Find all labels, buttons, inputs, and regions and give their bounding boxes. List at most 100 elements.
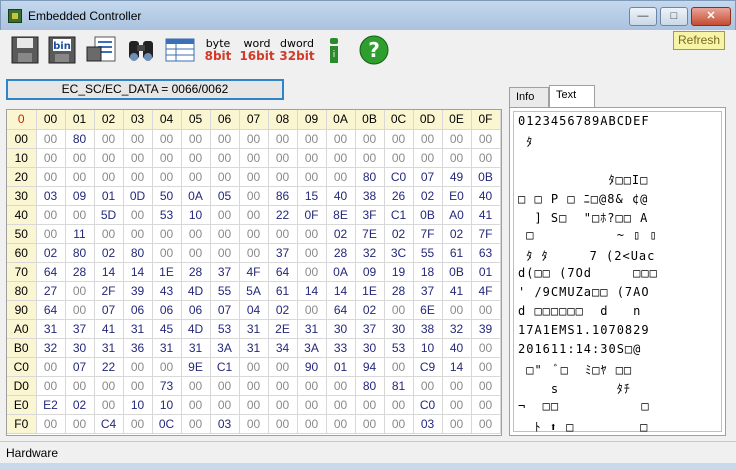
hex-cell[interactable]: 00 — [94, 167, 124, 187]
hex-cell[interactable]: 30 — [65, 338, 95, 358]
hex-cell[interactable]: 00 — [36, 376, 66, 396]
hex-cell[interactable]: 38 — [413, 319, 443, 339]
hex-cell[interactable]: C0 — [384, 167, 414, 187]
hex-cell[interactable]: 3F — [355, 205, 385, 225]
hex-cell[interactable]: C1 — [384, 205, 414, 225]
hex-cell[interactable]: 30 — [355, 338, 385, 358]
hex-cell[interactable]: 07 — [65, 357, 95, 377]
hex-cell[interactable]: 43 — [152, 281, 182, 301]
hex-cell[interactable]: 6E — [413, 300, 443, 320]
hex-cell[interactable]: 06 — [152, 300, 182, 320]
hex-cell[interactable]: 00 — [268, 167, 298, 187]
hex-cell[interactable]: 63 — [471, 243, 501, 263]
hex-cell[interactable]: 37 — [355, 319, 385, 339]
word-mode-button[interactable]: word 16bit — [239, 33, 274, 67]
hex-cell[interactable]: 90 — [297, 357, 327, 377]
hex-cell[interactable]: 3A — [210, 338, 240, 358]
hex-cell[interactable]: C4 — [94, 414, 124, 434]
hex-cell[interactable]: 22 — [94, 357, 124, 377]
save-button[interactable] — [8, 33, 42, 67]
hex-cell[interactable]: 09 — [65, 186, 95, 206]
hex-cell[interactable]: 00 — [297, 243, 327, 263]
hex-cell[interactable]: 00 — [181, 395, 211, 415]
hex-cell[interactable]: 14 — [94, 262, 124, 282]
hex-cell[interactable]: 37 — [413, 281, 443, 301]
hex-cell[interactable]: 5A — [239, 281, 269, 301]
hex-cell[interactable]: 00 — [94, 224, 124, 244]
hex-cell[interactable]: 7E — [355, 224, 385, 244]
hex-cell[interactable]: 00 — [210, 243, 240, 263]
hex-cell[interactable]: 32 — [355, 243, 385, 263]
hex-cell[interactable]: 32 — [36, 338, 66, 358]
byte-mode-button[interactable]: byte 8bit — [201, 33, 235, 67]
hex-cell[interactable]: 00 — [297, 148, 327, 168]
hex-cell[interactable]: 10 — [413, 338, 443, 358]
hex-cell[interactable]: 00 — [36, 129, 66, 149]
hex-cell[interactable]: 55 — [413, 243, 443, 263]
hex-cell[interactable]: 00 — [297, 224, 327, 244]
hex-cell[interactable]: 0C — [152, 414, 182, 434]
hex-cell[interactable]: 00 — [239, 357, 269, 377]
hex-cell[interactable]: 00 — [239, 224, 269, 244]
hex-cell[interactable]: E0 — [442, 186, 472, 206]
hex-cell[interactable]: 00 — [297, 129, 327, 149]
hex-cell[interactable]: 00 — [297, 262, 327, 282]
hex-cell[interactable]: 1E — [152, 262, 182, 282]
hex-cell[interactable]: 8E — [326, 205, 356, 225]
hex-cell[interactable]: 00 — [326, 167, 356, 187]
tab-info[interactable]: Info — [509, 87, 549, 108]
hex-cell[interactable]: 41 — [471, 205, 501, 225]
maximize-button[interactable]: □ — [660, 7, 688, 26]
hex-cell[interactable]: 05 — [210, 186, 240, 206]
hex-cell[interactable]: 00 — [413, 376, 443, 396]
hex-cell[interactable]: 00 — [384, 414, 414, 434]
refresh-button[interactable]: Refresh — [673, 31, 725, 50]
hex-cell[interactable]: 00 — [181, 224, 211, 244]
hex-cell[interactable]: 00 — [123, 129, 153, 149]
hex-cell[interactable]: 00 — [36, 414, 66, 434]
print-button[interactable] — [84, 33, 118, 67]
hex-cell[interactable]: 00 — [268, 129, 298, 149]
hex-cell[interactable]: 01 — [326, 357, 356, 377]
hex-cell[interactable]: 07 — [413, 167, 443, 187]
hex-cell[interactable]: 00 — [297, 414, 327, 434]
hex-cell[interactable]: 00 — [181, 414, 211, 434]
hex-cell[interactable]: 00 — [123, 167, 153, 187]
hex-cell[interactable]: 00 — [297, 376, 327, 396]
hex-cell[interactable]: 00 — [442, 376, 472, 396]
hex-cell[interactable]: 00 — [268, 414, 298, 434]
hex-cell[interactable]: 31 — [239, 319, 269, 339]
hex-cell[interactable]: 00 — [239, 129, 269, 149]
minimize-button[interactable]: — — [629, 7, 657, 26]
hex-cell[interactable]: C1 — [210, 357, 240, 377]
hex-cell[interactable]: 9E — [181, 357, 211, 377]
hex-cell[interactable]: 41 — [442, 281, 472, 301]
hex-cell[interactable]: 00 — [181, 167, 211, 187]
hex-cell[interactable]: 00 — [239, 243, 269, 263]
hex-cell[interactable]: 07 — [94, 300, 124, 320]
hex-cell[interactable]: 33 — [326, 338, 356, 358]
hex-cell[interactable]: 00 — [384, 129, 414, 149]
hex-cell[interactable]: 00 — [123, 205, 153, 225]
hex-cell[interactable]: 00 — [210, 148, 240, 168]
hex-cell[interactable]: 00 — [471, 357, 501, 377]
hex-cell[interactable]: 00 — [442, 148, 472, 168]
hex-cell[interactable]: 19 — [384, 262, 414, 282]
hex-cell[interactable]: 00 — [239, 414, 269, 434]
save-bin-button[interactable]: bin — [45, 33, 79, 67]
hex-cell[interactable]: 02 — [326, 224, 356, 244]
hex-cell[interactable]: 28 — [384, 281, 414, 301]
hex-cell[interactable]: 4F — [239, 262, 269, 282]
hex-cell[interactable]: 28 — [181, 262, 211, 282]
hex-cell[interactable]: 10 — [123, 395, 153, 415]
hex-cell[interactable]: 01 — [94, 186, 124, 206]
hex-cell[interactable]: 00 — [442, 414, 472, 434]
hex-cell[interactable]: 18 — [413, 262, 443, 282]
hex-cell[interactable]: 55 — [210, 281, 240, 301]
hex-cell[interactable]: 00 — [297, 167, 327, 187]
hex-cell[interactable]: 11 — [65, 224, 95, 244]
hex-cell[interactable]: 02 — [94, 243, 124, 263]
hex-cell[interactable]: 00 — [181, 376, 211, 396]
hex-cell[interactable]: 09 — [355, 262, 385, 282]
hex-cell[interactable]: 2E — [268, 319, 298, 339]
